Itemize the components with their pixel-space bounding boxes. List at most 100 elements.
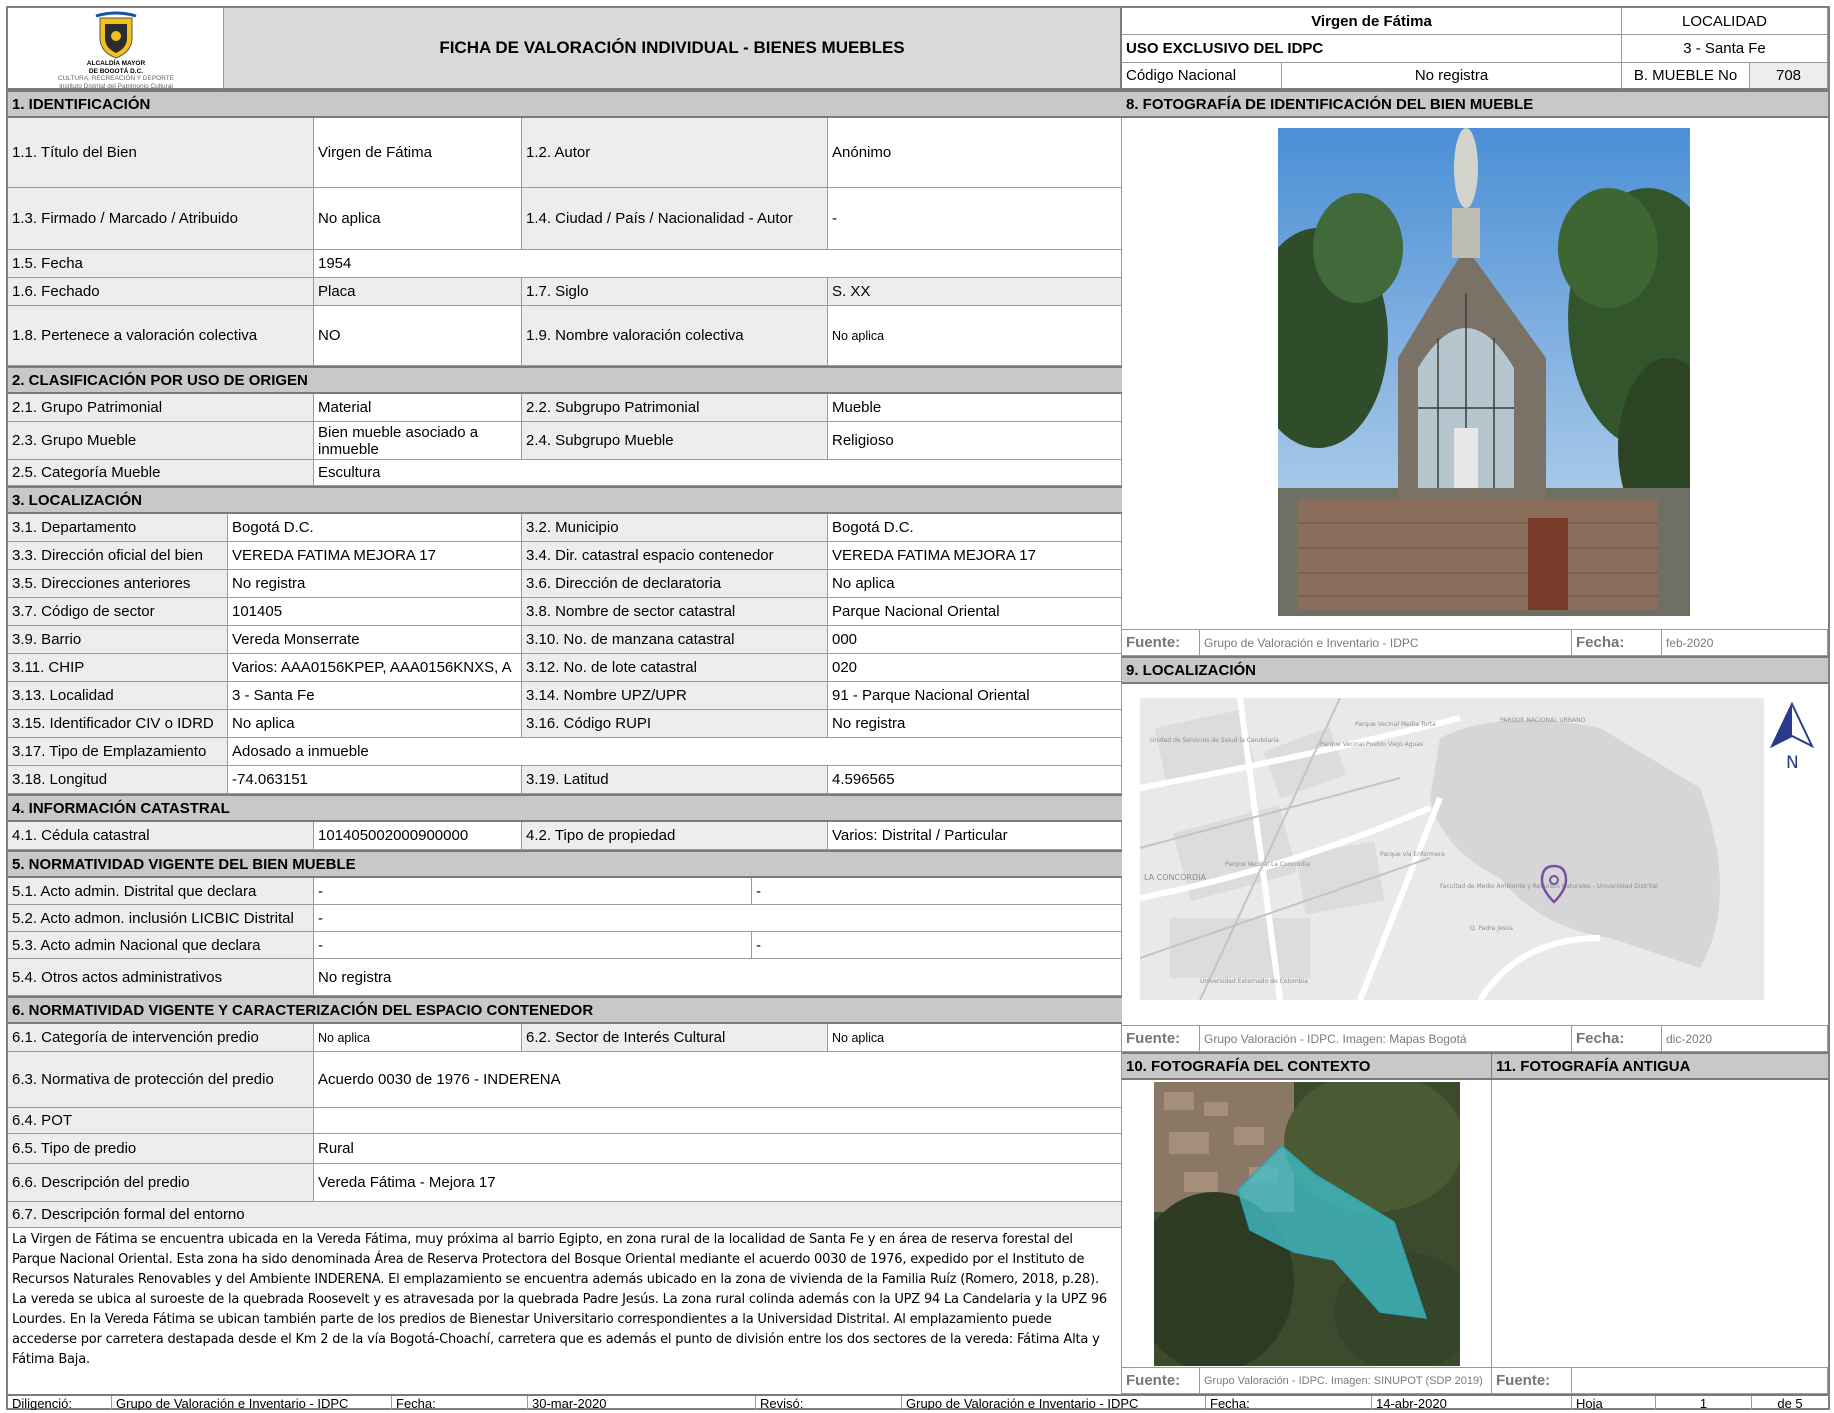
s3-row3-value1: No registra	[228, 570, 522, 598]
bien-name-header: Virgen de Fátima	[1122, 8, 1622, 35]
section-11-title: 11. FOTOGRAFÍA ANTIGUA	[1492, 1052, 1828, 1080]
footer-hoja-value: 1	[1656, 1396, 1752, 1410]
footer-fecha1-label: Fecha:	[392, 1396, 528, 1410]
s1-row5-label1: 1.8. Pertenece a valoración colectiva	[8, 306, 314, 366]
s3-row6-label2: 3.12. No. de lote catastral	[522, 654, 828, 682]
localidad-value: 3 - Santa Fe	[1622, 35, 1828, 63]
s3-row10-label1: 3.18. Longitud	[8, 766, 228, 794]
s3-row5-value1: Vereda Monserrate	[228, 626, 522, 654]
map-label-unidad-salud: Unidad de Servicios de Salud la Candelar…	[1150, 737, 1279, 744]
s3-row5-label2: 3.10. No. de manzana catastral	[522, 626, 828, 654]
s11-fuente-value	[1572, 1368, 1828, 1394]
s2-row3-label1: 2.5. Categoría Mueble	[8, 460, 314, 486]
s2-row1-label1: 2.1. Grupo Patrimonial	[8, 394, 314, 422]
logo-box: ALCALDÍA MAYOR DE BOGOTÁ D.C. CULTURA, R…	[8, 8, 224, 90]
s1-row5-value1: NO	[314, 306, 522, 366]
s5-row4-value1: No registra	[314, 959, 1122, 996]
s2-row2-value1: Bien mueble asociado a inmueble	[314, 422, 522, 460]
s3-row9-value1: Adosado a inmueble	[228, 738, 1122, 766]
s2-row1-value1: Material	[314, 394, 522, 422]
s9-fecha-label: Fecha:	[1572, 1026, 1662, 1052]
entorno-description: La Virgen de Fátima se encuentra ubicada…	[8, 1228, 1122, 1394]
s1-row4-label1: 1.6. Fechado	[8, 278, 314, 306]
s3-row2-value2: VEREDA FATIMA MEJORA 17	[828, 542, 1122, 570]
s3-row7-label1: 3.13. Localidad	[8, 682, 228, 710]
s2-row1-label2: 2.2. Subgrupo Patrimonial	[522, 394, 828, 422]
s5-row1-value2: -	[752, 878, 1122, 905]
s5-row3-value1: -	[314, 932, 752, 959]
s1-row3-value1: 1954	[314, 250, 1122, 278]
section-8-title: 8. FOTOGRAFÍA DE IDENTIFICACIÓN DEL BIEN…	[1122, 90, 1828, 118]
s5-row3-value2: -	[752, 932, 1122, 959]
entorno-label: 6.7. Descripción formal del entorno	[8, 1202, 1122, 1228]
s1-row2-value1: No aplica	[314, 188, 522, 250]
section-5-title: 5. NORMATIVIDAD VIGENTE DEL BIEN MUEBLE	[8, 850, 1122, 878]
s3-row6-value1: Varios: AAA0156KPEP, AAA0156KNXS, A	[228, 654, 522, 682]
s1-row5-label2: 1.9. Nombre valoración colectiva	[522, 306, 828, 366]
s5-row2-label1: 5.2. Acto admon. inclusión LICBIC Distri…	[8, 905, 314, 932]
s6-row5-label1: 6.6. Descripción del predio	[8, 1164, 314, 1202]
footer-diligencio-value: Grupo de Valoración e Inventario - IDPC	[112, 1396, 392, 1410]
map-label-parque-nacional: PARQUE NACIONAL URBANO	[1500, 717, 1586, 724]
location-map-area: PARQUE NACIONAL URBANO Parque Vecinal Me…	[1122, 684, 1828, 1026]
s3-row2-label1: 3.3. Dirección oficial del bien	[8, 542, 228, 570]
s6-row4-label1: 6.5. Tipo de predio	[8, 1134, 314, 1164]
s8-fuente-label: Fuente:	[1122, 630, 1200, 656]
s5-row1-value1: -	[314, 878, 752, 905]
shrine-photo	[1278, 128, 1690, 616]
s3-row1-label2: 3.2. Municipio	[522, 514, 828, 542]
context-photo-area	[1122, 1080, 1492, 1368]
north-arrow-icon: N	[1769, 702, 1815, 772]
s3-row7-value1: 3 - Santa Fe	[228, 682, 522, 710]
s3-row8-label2: 3.16. Código RUPI	[522, 710, 828, 738]
footer-fecha2-value: 14-abr-2020	[1372, 1396, 1572, 1410]
footer-fecha2-label: Fecha:	[1206, 1396, 1372, 1410]
logo-text: ALCALDÍA MAYOR DE BOGOTÁ D.C. CULTURA, R…	[8, 60, 224, 90]
s3-row8-value2: No registra	[828, 710, 1122, 738]
s3-row4-label1: 3.7. Código de sector	[8, 598, 228, 626]
s6-row3-value1	[314, 1108, 1122, 1134]
s9-fuente-value: Grupo Valoración - IDPC. Imagen: Mapas B…	[1200, 1026, 1572, 1052]
s1-row1-value2: Anónimo	[828, 118, 1122, 188]
footer-reviso-value: Grupo de Valoración e Inventario - IDPC	[902, 1396, 1206, 1410]
map-label-externado: Universidad Externado de Colombia	[1200, 978, 1308, 985]
s1-row1-label2: 1.2. Autor	[522, 118, 828, 188]
s2-row2-label2: 2.4. Subgrupo Mueble	[522, 422, 828, 460]
s3-row8-value1: No aplica	[228, 710, 522, 738]
s6-row4-value1: Rural	[314, 1134, 1122, 1164]
location-map: PARQUE NACIONAL URBANO Parque Vecinal Me…	[1140, 698, 1764, 1000]
logo-line3: CULTURA, RECREACIÓN Y DEPORTE	[57, 75, 175, 82]
old-photo-area	[1492, 1080, 1828, 1368]
s11-fuente-label: Fuente:	[1492, 1368, 1572, 1394]
mueble-no-label: B. MUEBLE No	[1622, 63, 1750, 90]
s1-row3-label1: 1.5. Fecha	[8, 250, 314, 278]
s10-fuente-value: Grupo Valoración - IDPC. Imagen: SINUPOT…	[1200, 1368, 1492, 1394]
s4-row1-value2: Varios: Distrital / Particular	[828, 822, 1122, 850]
north-label: N	[1786, 753, 1799, 772]
s3-row10-value1: -74.063151	[228, 766, 522, 794]
s3-row7-value2: 91 - Parque Nacional Oriental	[828, 682, 1122, 710]
s6-row2-label1: 6.3. Normativa de protección del predio	[8, 1052, 314, 1108]
s3-row6-label1: 3.11. CHIP	[8, 654, 228, 682]
s3-row4-label2: 3.8. Nombre de sector catastral	[522, 598, 828, 626]
logo-line2: DE BOGOTÁ D.C.	[88, 67, 144, 75]
logo-line1: ALCALDÍA MAYOR	[86, 60, 146, 67]
s1-row2-value2: -	[828, 188, 1122, 250]
s5-row1-label1: 5.1. Acto admin. Distrital que declara	[8, 878, 314, 905]
s3-row1-value1: Bogotá D.C.	[228, 514, 522, 542]
s2-row2-label1: 2.3. Grupo Mueble	[8, 422, 314, 460]
footer-fecha1-value: 30-mar-2020	[528, 1396, 756, 1410]
s3-row10-value2: 4.596565	[828, 766, 1122, 794]
section-3-title: 3. LOCALIZACIÓN	[8, 486, 1122, 514]
s6-row1-label2: 6.2. Sector de Interés Cultural	[522, 1024, 828, 1052]
footer-reviso-label: Revisó:	[756, 1396, 902, 1410]
s1-row1-value1: Virgen de Fátima	[314, 118, 522, 188]
section-6-title: 6. NORMATIVIDAD VIGENTE Y CARACTERIZACIÓ…	[8, 996, 1122, 1024]
map-label-padre-jesus: Q. Padre Jesús	[1470, 925, 1513, 932]
s5-row3-label1: 5.3. Acto admin Nacional que declara	[8, 932, 314, 959]
logo-line4: Instituto Distrital del Patrimonio Cultu…	[59, 82, 173, 90]
map-label-enfermera: Parque vía Enfermera	[1380, 851, 1445, 858]
s4-row1-label2: 4.2. Tipo de propiedad	[522, 822, 828, 850]
s10-fuente-label: Fuente:	[1122, 1368, 1200, 1394]
s9-fecha-value: dic-2020	[1662, 1026, 1828, 1052]
